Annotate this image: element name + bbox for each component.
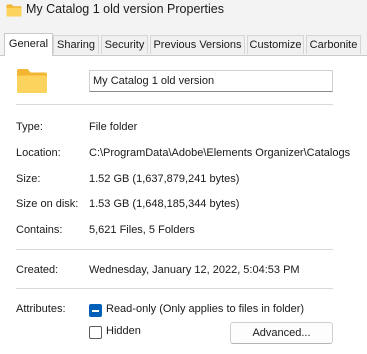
- location-label: Location:: [16, 147, 61, 159]
- contains-value: 5,621 Files, 5 Folders: [89, 224, 195, 236]
- tab-strip: General Sharing Security Previous Versio…: [0, 33, 367, 56]
- tab-carbonite[interactable]: Carbonite: [306, 35, 361, 54]
- separator: [16, 104, 333, 105]
- size-label: Size:: [16, 173, 41, 185]
- size-on-disk-label: Size on disk:: [16, 198, 79, 210]
- title-folder-icon: [6, 4, 22, 17]
- readonly-checkbox[interactable]: [89, 304, 102, 317]
- advanced-button[interactable]: Advanced...: [230, 322, 333, 344]
- window-title: My Catalog 1 old version Properties: [26, 2, 225, 16]
- attributes-label: Attributes:: [16, 303, 66, 315]
- contains-label: Contains:: [16, 224, 63, 236]
- title-bar: My Catalog 1 old version Properties: [0, 0, 367, 28]
- location-value: C:\ProgramData\Adobe\Elements Organizer\…: [89, 147, 351, 159]
- folder-name-input[interactable]: My Catalog 1 old version: [89, 70, 333, 92]
- general-tab-panel: My Catalog 1 old version Type: File fold…: [0, 55, 367, 354]
- type-value: File folder: [89, 121, 138, 133]
- tab-general[interactable]: General: [4, 33, 53, 56]
- tab-customize[interactable]: Customize: [247, 35, 304, 54]
- size-value: 1.52 GB (1,637,879,241 bytes): [89, 173, 240, 185]
- separator: [16, 288, 333, 289]
- readonly-label[interactable]: Read-only (Only applies to files in fold…: [106, 303, 304, 315]
- tab-previous-versions[interactable]: Previous Versions: [150, 35, 245, 54]
- properties-window: My Catalog 1 old version Properties Gene…: [0, 0, 367, 354]
- hidden-label[interactable]: Hidden: [106, 325, 141, 337]
- tab-sharing[interactable]: Sharing: [53, 35, 99, 54]
- size-on-disk-value: 1.53 GB (1,648,185,344 bytes): [89, 198, 240, 210]
- hidden-checkbox[interactable]: [89, 326, 102, 339]
- created-value: Wednesday, January 12, 2022, 5:04:53 PM: [89, 264, 300, 276]
- separator: [16, 249, 333, 250]
- type-label: Type:: [16, 121, 43, 133]
- folder-icon: [17, 69, 47, 93]
- created-label: Created:: [16, 264, 59, 276]
- tab-security[interactable]: Security: [101, 35, 148, 54]
